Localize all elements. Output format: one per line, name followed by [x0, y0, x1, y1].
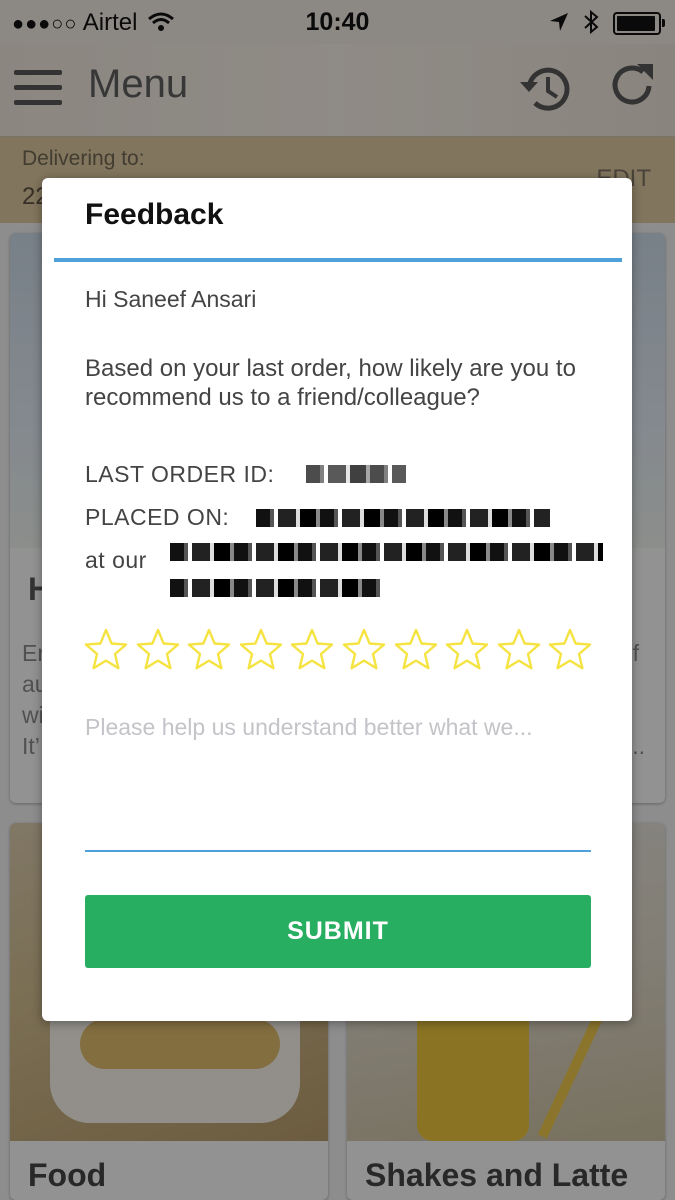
- redacted-outlet-line1: [170, 543, 603, 561]
- star-icon[interactable]: [239, 628, 283, 672]
- star-icon[interactable]: [497, 628, 541, 672]
- star-icon[interactable]: [342, 628, 386, 672]
- star-icon[interactable]: [548, 628, 592, 672]
- redacted-order-id: [306, 465, 406, 483]
- redacted-placed-on: [256, 509, 550, 527]
- star-icon[interactable]: [187, 628, 231, 672]
- last-order-label: LAST ORDER ID:: [85, 461, 275, 487]
- submit-button[interactable]: SUBMIT: [85, 895, 591, 968]
- star-icon[interactable]: [84, 628, 128, 672]
- at-our-label: at our: [85, 547, 147, 573]
- greeting-text: Hi Saneef Ansari: [85, 286, 257, 312]
- star-icon[interactable]: [445, 628, 489, 672]
- placed-on-label: PLACED ON:: [85, 504, 230, 530]
- star-icon[interactable]: [136, 628, 180, 672]
- star-rating[interactable]: [84, 628, 600, 676]
- feedback-dialog: Feedback Hi Saneef Ansari Based on your …: [42, 178, 632, 1021]
- redacted-outlet-line2: [170, 579, 384, 597]
- title-divider: [54, 258, 622, 262]
- star-icon[interactable]: [290, 628, 334, 672]
- feedback-textarea[interactable]: [85, 714, 591, 852]
- star-icon[interactable]: [394, 628, 438, 672]
- question-text: Based on your last order, how likely are…: [85, 355, 576, 411]
- dialog-title: Feedback: [85, 198, 224, 231]
- app-screen: ●●●○○ Airtel 10:40 Menu Delivering to: 2…: [0, 0, 675, 1200]
